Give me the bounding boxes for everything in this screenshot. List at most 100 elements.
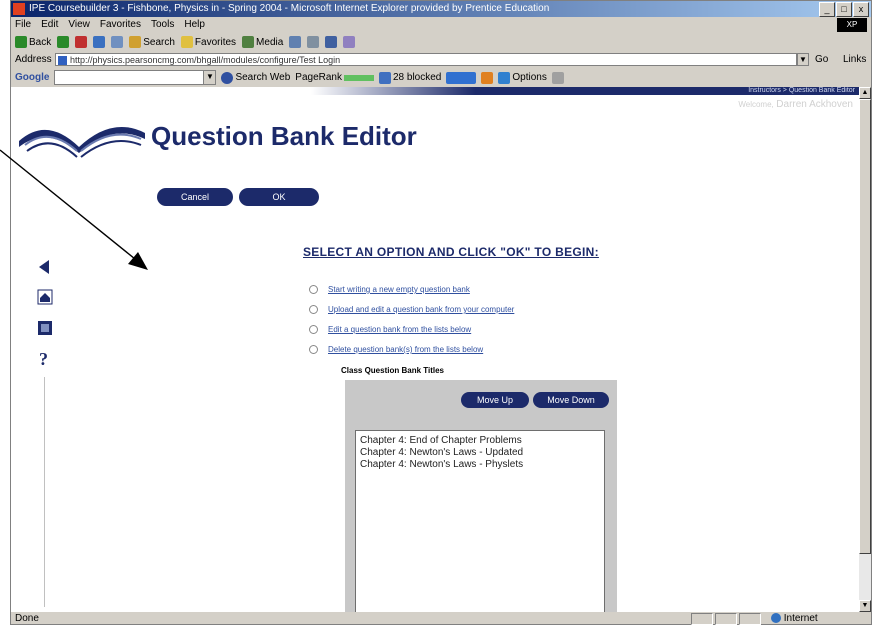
address-url: http://physics.pearsoncmg.com/bhgall/mod… — [70, 55, 341, 65]
option-new-label[interactable]: Start writing a new empty question bank — [328, 285, 470, 294]
vertical-scrollbar[interactable]: ▲ ▼ — [859, 87, 871, 612]
welcome-user: Darren Ackhoven — [776, 99, 853, 110]
svg-text:?: ? — [39, 349, 48, 369]
popup-blocker-button[interactable]: 28 blocked — [379, 71, 442, 84]
google-dropdown-icon[interactable]: ▼ — [203, 71, 216, 84]
menu-tools[interactable]: Tools — [151, 17, 174, 32]
pagerank-indicator[interactable]: PageRank — [295, 72, 374, 83]
options-label: Options — [512, 72, 547, 83]
option-new[interactable]: Start writing a new empty question bank — [309, 285, 470, 294]
welcome-text: Welcome, Darren Ackhoven — [738, 99, 853, 110]
option-upload[interactable]: Upload and edit a question bank from you… — [309, 305, 514, 314]
options-icon — [498, 71, 511, 84]
refresh-icon[interactable] — [93, 36, 106, 48]
pagerank-bar — [344, 74, 374, 81]
option-edit-label[interactable]: Edit a question bank from the lists belo… — [328, 325, 471, 334]
gradebook-nav-icon[interactable] — [37, 320, 53, 336]
menu-favorites[interactable]: Favorites — [100, 17, 141, 32]
option-delete-label[interactable]: Delete question bank(s) from the lists b… — [328, 345, 483, 354]
search-label: Search — [143, 36, 175, 48]
forward-arrow-icon[interactable] — [57, 36, 70, 48]
status-segment — [739, 613, 761, 625]
menu-file[interactable]: File — [15, 17, 31, 32]
option-edit[interactable]: Edit a question bank from the lists belo… — [309, 325, 471, 334]
address-bar: Address http://physics.pearsoncmg.com/bh… — [11, 52, 871, 68]
window-title: IPE Coursebuilder 3 - Fishbone, Physics … — [29, 3, 550, 14]
favorites-button[interactable]: Favorites — [180, 36, 237, 48]
page-icon — [58, 56, 67, 65]
radio-edit[interactable] — [309, 325, 318, 334]
list-item[interactable]: Chapter 4: End of Chapter Problems — [360, 435, 604, 447]
options-button[interactable]: Options — [498, 71, 547, 84]
cancel-button[interactable]: Cancel — [157, 188, 233, 206]
scroll-up-icon[interactable]: ▲ — [859, 87, 871, 99]
welcome-prefix: Welcome, — [738, 100, 774, 109]
header-strip: Instructors > Question Bank Editor — [311, 87, 859, 95]
menu-edit[interactable]: Edit — [41, 17, 58, 32]
search-web-button[interactable]: Search Web — [221, 71, 291, 84]
back-button[interactable]: Back — [15, 36, 51, 48]
minimize-button[interactable]: _ — [819, 2, 835, 17]
close-button[interactable]: x — [853, 2, 869, 17]
status-bar: Done Internet — [11, 612, 871, 625]
menu-help[interactable]: Help — [184, 17, 205, 32]
search-button[interactable]: Search — [129, 36, 175, 48]
mail-icon[interactable] — [307, 36, 320, 48]
breadcrumb[interactable]: Instructors > Question Bank Editor — [748, 87, 855, 95]
autofill-icon[interactable] — [446, 71, 477, 84]
address-input[interactable]: http://physics.pearsoncmg.com/bhgall/mod… — [55, 53, 797, 66]
home-icon[interactable] — [111, 36, 124, 48]
address-dropdown-icon[interactable]: ▼ — [797, 53, 809, 66]
question-bank-list[interactable]: Chapter 4: End of Chapter Problems Chapt… — [355, 430, 605, 612]
google-toolbar: Google ▼ Search Web PageRank 28 blocked … — [11, 69, 871, 86]
radio-new[interactable] — [309, 285, 318, 294]
radio-upload[interactable] — [309, 305, 318, 314]
maximize-button[interactable]: □ — [836, 2, 852, 17]
history-icon[interactable] — [289, 36, 302, 48]
help-nav-icon[interactable]: ? — [37, 349, 51, 369]
google-search-input[interactable]: ▼ — [54, 70, 217, 85]
search-icon — [129, 36, 142, 48]
scroll-thumb[interactable] — [859, 99, 871, 554]
stop-icon[interactable] — [75, 36, 88, 48]
back-nav-icon[interactable] — [37, 259, 51, 275]
status-text: Done — [15, 613, 39, 624]
window-controls: _ □ x — [819, 2, 869, 17]
google-logo[interactable]: Google — [15, 72, 49, 83]
move-up-button[interactable]: Move Up — [461, 392, 529, 408]
zone-label: Internet — [783, 613, 818, 624]
print-icon[interactable] — [325, 36, 338, 48]
media-button[interactable]: Media — [242, 36, 283, 48]
blocker-icon — [379, 71, 391, 84]
move-down-button[interactable]: Move Down — [533, 392, 609, 408]
list-item[interactable]: Chapter 4: Newton's Laws - Physlets — [360, 459, 604, 471]
search-web-label: Search Web — [235, 72, 291, 83]
links-button[interactable]: Links — [843, 54, 866, 65]
page-content: Instructors > Question Bank Editor Welco… — [11, 87, 859, 612]
menu-view[interactable]: View — [68, 17, 90, 32]
ok-button[interactable]: OK — [239, 188, 319, 206]
radio-delete[interactable] — [309, 345, 318, 354]
standard-toolbar: Back Search Favorites Media — [11, 33, 871, 51]
option-delete[interactable]: Delete question bank(s) from the lists b… — [309, 345, 483, 354]
status-segment — [715, 613, 737, 625]
list-item[interactable]: Chapter 4: Newton's Laws - Updated — [360, 447, 604, 459]
highlight-icon[interactable] — [481, 71, 494, 84]
pencil-icon[interactable] — [551, 71, 564, 84]
edit-icon[interactable] — [343, 36, 356, 48]
page-title: Question Bank Editor — [151, 121, 417, 151]
menu-bar: File Edit View Favorites Tools Help — [11, 17, 871, 32]
star-icon — [180, 36, 193, 48]
ie-icon — [13, 3, 25, 15]
security-zone: Internet — [771, 612, 818, 625]
nav-divider — [44, 377, 45, 607]
google-search-icon — [221, 71, 234, 84]
option-upload-label[interactable]: Upload and edit a question bank from you… — [328, 305, 514, 314]
blocked-label: 28 blocked — [393, 72, 442, 83]
go-button[interactable]: Go — [815, 54, 828, 65]
list-heading: Class Question Bank Titles — [341, 366, 444, 375]
favorites-label: Favorites — [194, 36, 237, 48]
scroll-down-icon[interactable]: ▼ — [859, 600, 871, 612]
status-segment — [691, 613, 713, 625]
home-nav-icon[interactable] — [37, 289, 53, 305]
